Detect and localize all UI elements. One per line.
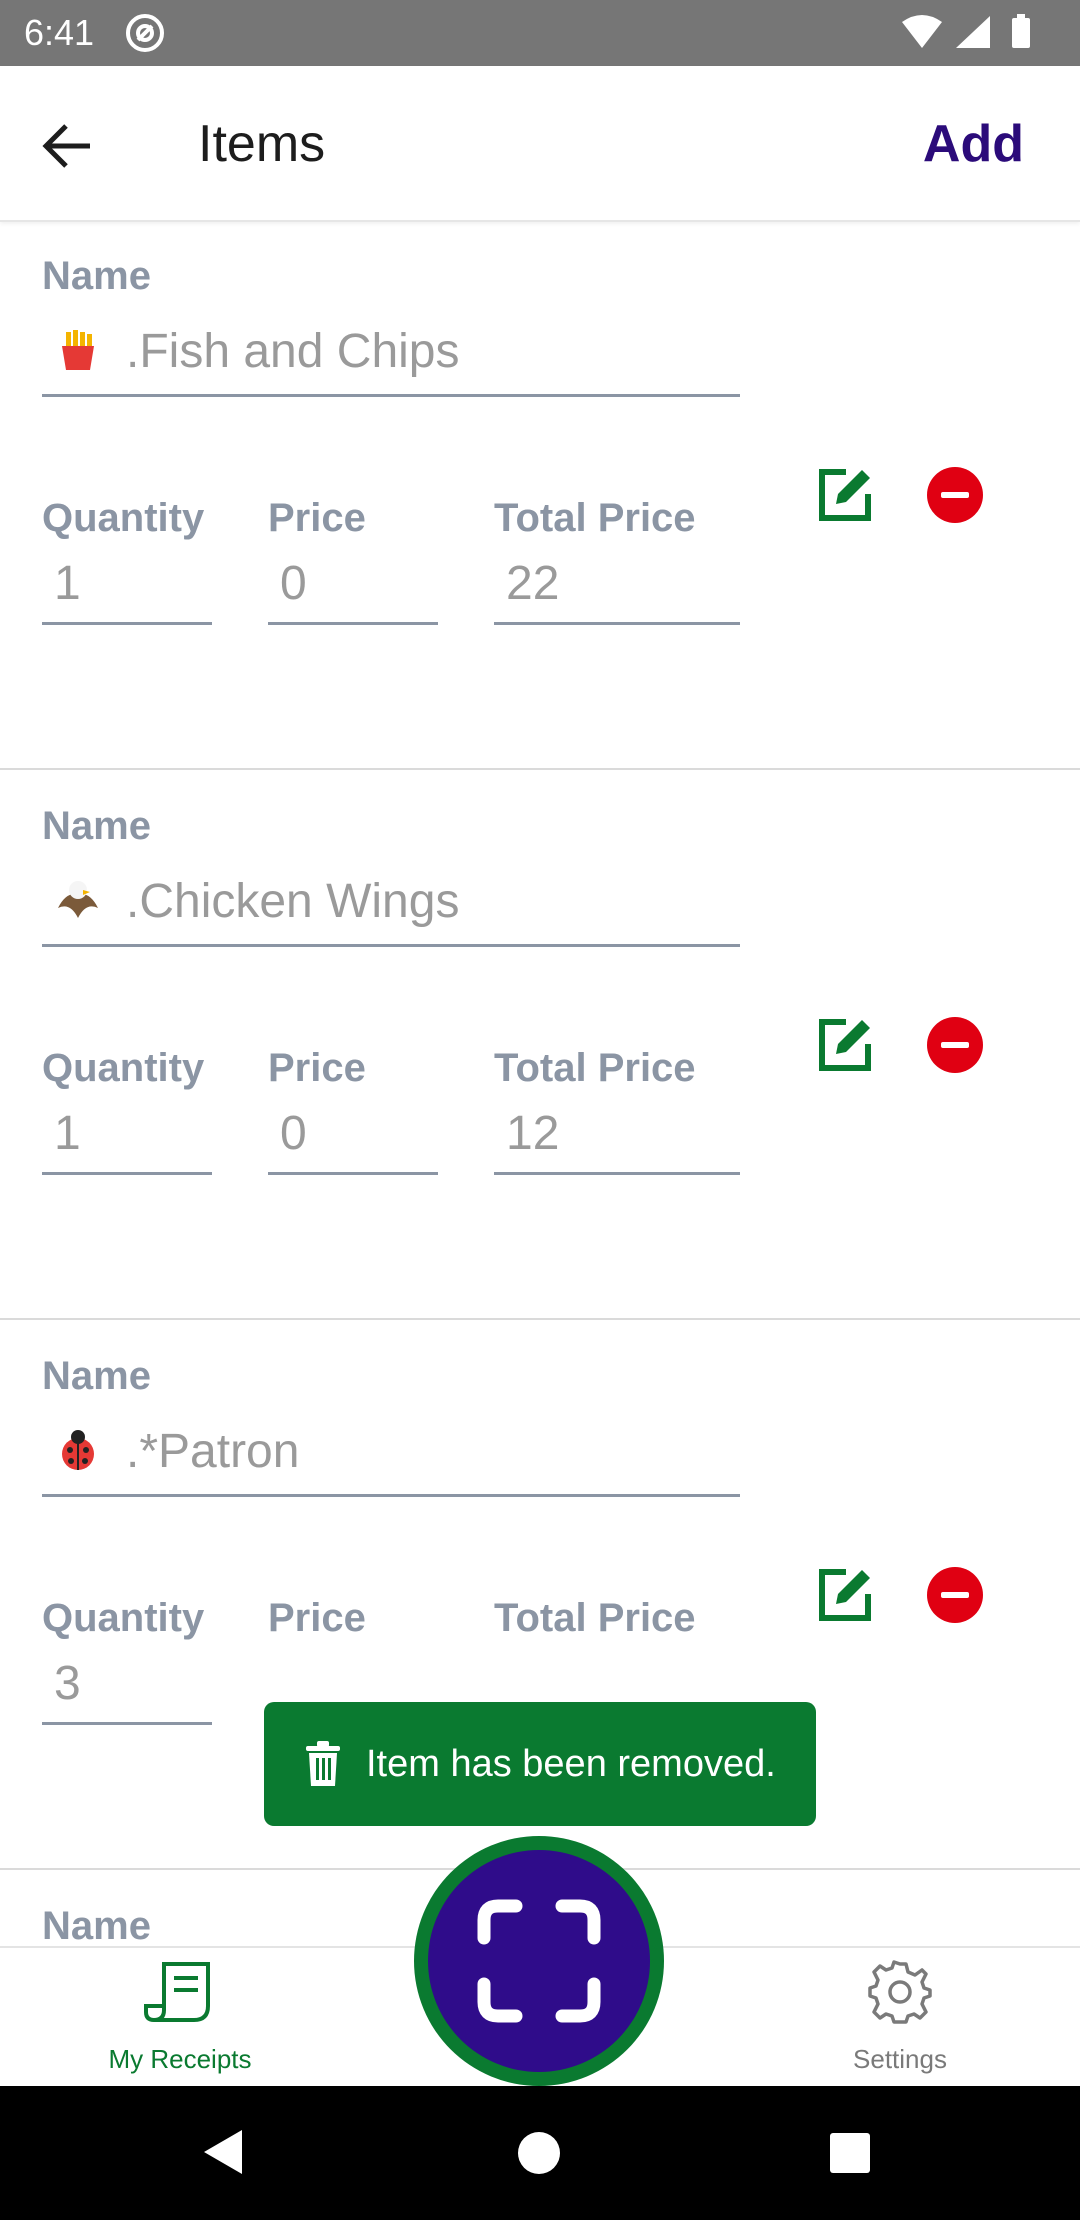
receipt-icon xyxy=(144,1962,210,2022)
arrow-left-icon xyxy=(42,124,90,168)
name-label: Name xyxy=(42,1354,151,1398)
total-price-field[interactable]: 12 xyxy=(494,1092,740,1175)
name-value: .Fish and Chips xyxy=(126,325,460,378)
name-field[interactable]: .*Patron xyxy=(42,1406,740,1497)
price-field[interactable]: 0 xyxy=(268,542,438,625)
total-price-label: Total Price xyxy=(494,1046,696,1090)
triangle-back-icon xyxy=(204,2130,242,2174)
scan-frame-icon xyxy=(477,1899,601,2023)
edit-icon xyxy=(819,1019,871,1071)
trash-icon xyxy=(306,1741,340,1786)
quantity-value: 1 xyxy=(54,1107,81,1160)
name-field[interactable]: .Chicken Wings xyxy=(42,856,740,947)
quantity-field[interactable]: 1 xyxy=(42,1092,212,1175)
edit-button[interactable] xyxy=(816,466,874,524)
name-value: .*Patron xyxy=(126,1425,300,1478)
at-sign-icon xyxy=(124,12,166,59)
name-label: Name xyxy=(42,804,151,848)
total-price-label: Total Price xyxy=(494,496,696,540)
nav-settings[interactable]: Settings xyxy=(820,1960,980,2080)
add-button[interactable]: Add xyxy=(923,114,1024,174)
total-price-value: 22 xyxy=(506,557,560,610)
price-label: Price xyxy=(268,1046,366,1090)
scan-button[interactable] xyxy=(414,1836,664,2086)
status-icons xyxy=(900,12,1060,59)
nav-my-receipts-label: My Receipts xyxy=(108,2044,252,2074)
name-label: Name xyxy=(42,254,151,298)
items-list[interactable]: Name .Fish and Chips Quantity Price Tota… xyxy=(0,220,1080,1946)
quantity-label: Quantity xyxy=(42,1596,205,1640)
app-bar: Items Add xyxy=(0,66,1080,222)
remove-button[interactable] xyxy=(926,466,984,524)
snackbar-message: Item has been removed. xyxy=(366,1743,776,1785)
nav-settings-label: Settings xyxy=(853,2044,947,2074)
nav-my-receipts[interactable]: My Receipts xyxy=(100,1960,260,2080)
signal-icon xyxy=(956,16,990,48)
edit-button[interactable] xyxy=(816,1566,874,1624)
page-title: Items xyxy=(198,115,326,173)
price-label: Price xyxy=(268,1596,366,1640)
list-item: Name .Fish and Chips Quantity Price Tota… xyxy=(0,220,1080,770)
total-price-label: Total Price xyxy=(494,1596,696,1640)
quantity-label: Quantity xyxy=(42,496,205,540)
back-button[interactable] xyxy=(38,114,102,178)
minus-circle-icon xyxy=(927,1017,983,1073)
name-label: Name xyxy=(42,1904,151,1946)
price-value: 0 xyxy=(280,1107,307,1160)
eagle-emoji-icon xyxy=(58,881,98,918)
system-back-button[interactable] xyxy=(202,2128,246,2181)
name-value: .Chicken Wings xyxy=(126,875,460,928)
price-value: 0 xyxy=(280,557,307,610)
quantity-field[interactable]: 3 xyxy=(42,1642,212,1725)
quantity-field[interactable]: 1 xyxy=(42,542,212,625)
price-field[interactable]: 0 xyxy=(268,1092,438,1175)
status-bar: 6:41 xyxy=(0,0,1080,66)
price-label: Price xyxy=(268,496,366,540)
ladybug-emoji-icon xyxy=(62,1430,94,1470)
minus-circle-icon xyxy=(927,1567,983,1623)
minus-circle-icon xyxy=(927,467,983,523)
remove-button[interactable] xyxy=(926,1566,984,1624)
name-field[interactable]: .Fish and Chips xyxy=(42,306,740,397)
edit-icon xyxy=(819,469,871,521)
quantity-value: 3 xyxy=(54,1657,81,1710)
system-recents-button[interactable] xyxy=(830,2133,870,2173)
fries-emoji-icon xyxy=(62,330,94,370)
quantity-value: 1 xyxy=(54,557,81,610)
list-item: Name .Chicken Wings Quantity Price Total… xyxy=(0,770,1080,1320)
system-navigation-bar xyxy=(0,2086,1080,2220)
system-home-button[interactable] xyxy=(518,2132,560,2174)
status-time: 6:41 xyxy=(24,12,95,53)
quantity-label: Quantity xyxy=(42,1046,205,1090)
scan-button-inner xyxy=(428,1850,650,2072)
total-price-field[interactable]: 22 xyxy=(494,542,740,625)
edit-icon xyxy=(819,1569,871,1621)
battery-icon xyxy=(1012,14,1030,48)
remove-button[interactable] xyxy=(926,1016,984,1074)
wifi-icon xyxy=(902,15,942,48)
edit-button[interactable] xyxy=(816,1016,874,1074)
gear-icon xyxy=(868,1960,932,2024)
total-price-value: 12 xyxy=(506,1107,560,1160)
snackbar: Item has been removed. xyxy=(264,1702,816,1826)
